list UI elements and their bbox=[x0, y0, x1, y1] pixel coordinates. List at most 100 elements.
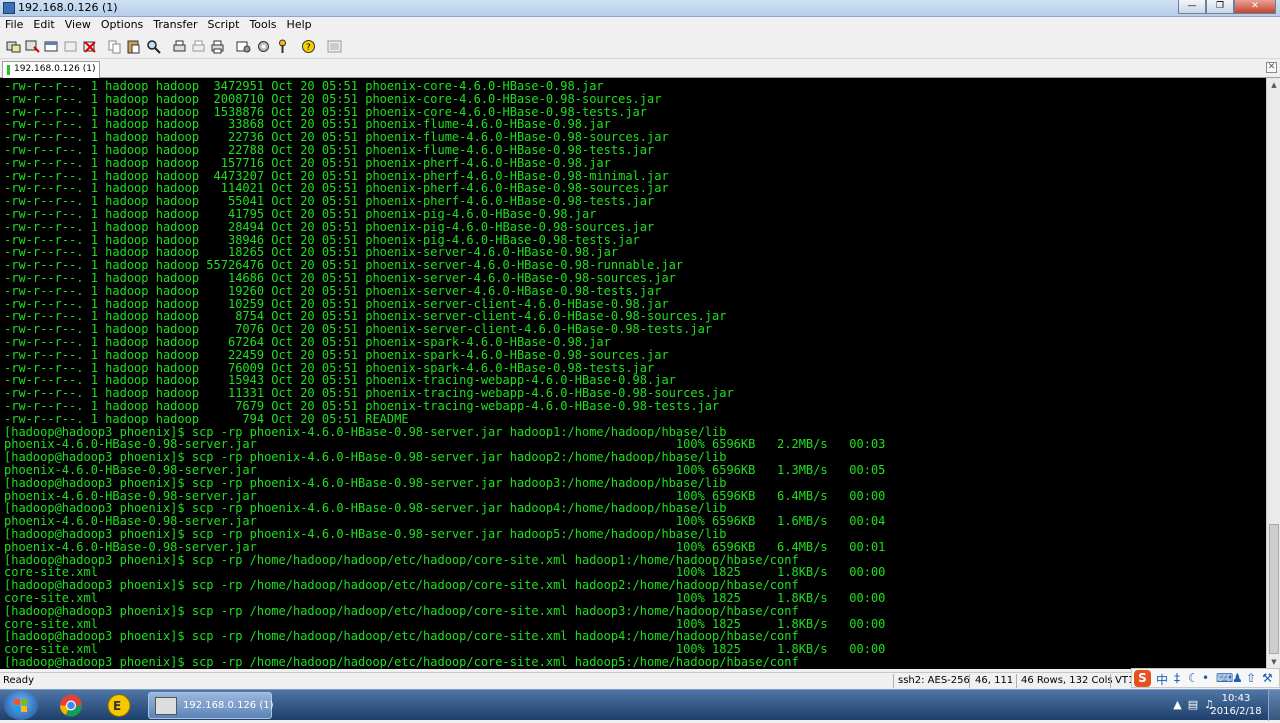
ime-punctuation-icon[interactable]: ‡ bbox=[1174, 671, 1180, 685]
paste-icon[interactable] bbox=[126, 39, 141, 54]
svg-text:?: ? bbox=[306, 43, 311, 53]
disconnect-icon[interactable] bbox=[82, 39, 97, 54]
tray-network-icon[interactable]: ▤ bbox=[1188, 698, 1198, 711]
print-setup-icon[interactable] bbox=[172, 39, 187, 54]
minimize-button[interactable]: — bbox=[1178, 0, 1206, 14]
quick-connect-icon[interactable] bbox=[25, 39, 40, 54]
window-title: 192.168.0.126 (1) bbox=[18, 1, 118, 14]
terminal-scrollbar[interactable]: ▲ ▼ bbox=[1266, 78, 1280, 669]
terminal-line: [hadoop@hadoop3 phoenix]$ scp -rp /home/… bbox=[4, 630, 799, 644]
menu-tools[interactable]: Tools bbox=[244, 17, 281, 31]
terminal-line: [hadoop@hadoop3 phoenix]$ scp -rp /home/… bbox=[4, 553, 799, 567]
terminal-line: [hadoop@hadoop3 phoenix]$ scp -rp phoeni… bbox=[4, 476, 727, 490]
ime-upload-icon[interactable]: ⇧ bbox=[1246, 671, 1256, 685]
copy-icon[interactable] bbox=[107, 39, 122, 54]
terminal-line: [hadoop@hadoop3 phoenix]$ scp -rp /home/… bbox=[4, 579, 799, 593]
ime-moon-icon[interactable]: ☾ bbox=[1188, 671, 1199, 685]
print-selection-icon[interactable] bbox=[191, 39, 206, 54]
terminal-line: core-site.xml 100% 1825 1.8KB/s 00:00 bbox=[4, 617, 886, 631]
ime-keyboard-icon[interactable]: ⌨ bbox=[1216, 671, 1233, 685]
terminal-line: -rw-r--r--. 1 hadoop hadoop 67264 Oct 20… bbox=[4, 336, 611, 349]
print-icon[interactable] bbox=[210, 39, 225, 54]
menu-file[interactable]: File bbox=[0, 17, 28, 31]
status-cipher: ssh2: AES-256 bbox=[898, 675, 970, 686]
terminal-line: -rw-r--r--. 1 hadoop hadoop 22788 Oct 20… bbox=[4, 144, 655, 157]
status-bar: Ready ssh2: AES-256 46, 111 46 Rows, 132… bbox=[0, 672, 1280, 689]
terminal-line: core-site.xml 100% 1825 1.8KB/s 00:00 bbox=[4, 643, 886, 657]
scrollbar-thumb[interactable] bbox=[1269, 524, 1279, 654]
close-tab-icon[interactable]: ✕ bbox=[1266, 62, 1277, 73]
terminal-line: -rw-r--r--. 1 hadoop hadoop 19260 Oct 20… bbox=[4, 284, 662, 298]
keymap-icon[interactable] bbox=[275, 39, 290, 54]
status-divider bbox=[969, 674, 970, 688]
keypad-icon[interactable] bbox=[327, 39, 342, 54]
menu-help[interactable]: Help bbox=[282, 17, 317, 31]
menu-transfer[interactable]: Transfer bbox=[148, 17, 202, 31]
terminal-line: [hadoop@hadoop3 phoenix]$ scp -rp phoeni… bbox=[4, 425, 727, 439]
terminal-line: -rw-r--r--. 1 hadoop hadoop 1538876 Oct … bbox=[4, 105, 647, 119]
terminal-screen[interactable]: -rw-r--r--. 1 hadoop hadoop 3472951 Oct … bbox=[0, 78, 1266, 669]
menu-view[interactable]: View bbox=[60, 17, 96, 31]
terminal-line: -rw-r--r--. 1 hadoop hadoop 10259 Oct 20… bbox=[4, 297, 669, 311]
ime-user-icon[interactable]: ♟ bbox=[1232, 671, 1243, 685]
svg-text:E: E bbox=[113, 699, 121, 713]
sogou-ime-icon[interactable]: S bbox=[1134, 670, 1151, 687]
show-desktop-button[interactable] bbox=[1268, 690, 1280, 721]
terminal-line: -rw-r--r--. 1 hadoop hadoop 15943 Oct 20… bbox=[4, 374, 676, 388]
maximize-button[interactable]: ❐ bbox=[1206, 0, 1234, 14]
menu-edit[interactable]: Edit bbox=[28, 17, 59, 31]
menu-options[interactable]: Options bbox=[96, 17, 148, 31]
system-clock[interactable]: 10:43 2016/2/18 bbox=[1208, 692, 1264, 718]
terminal-line: -rw-r--r--. 1 hadoop hadoop 157716 Oct 2… bbox=[4, 156, 611, 170]
terminal-line: [hadoop@hadoop3 phoenix]$ scp -rp phoeni… bbox=[4, 528, 727, 541]
start-button[interactable] bbox=[4, 691, 38, 720]
terminal-line: [hadoop@hadoop3 phoenix]$ scp -rp /home/… bbox=[4, 656, 799, 669]
connect-icon[interactable] bbox=[6, 39, 21, 54]
session-tab-strip: 192.168.0.126 (1) ✕ bbox=[0, 59, 1280, 78]
status-cursor-position: 46, 111 bbox=[975, 675, 1014, 686]
connect-tab-icon[interactable] bbox=[44, 39, 59, 54]
terminal-line: -rw-r--r--. 1 hadoop hadoop 55041 Oct 20… bbox=[4, 195, 655, 209]
menu-bar: File Edit View Options Transfer Script T… bbox=[0, 17, 1280, 34]
terminal-line: -rw-r--r--. 1 hadoop hadoop 794 Oct 20 0… bbox=[4, 412, 409, 426]
editplus-taskbar-icon[interactable]: E bbox=[100, 692, 138, 719]
session-tab[interactable]: 192.168.0.126 (1) bbox=[2, 61, 100, 78]
terminal-line: -rw-r--r--. 1 hadoop hadoop 18265 Oct 20… bbox=[4, 246, 619, 260]
windows-logo-icon bbox=[14, 699, 27, 712]
terminal-line: -rw-r--r--. 1 hadoop hadoop 14686 Oct 20… bbox=[4, 272, 676, 285]
find-icon[interactable] bbox=[146, 39, 161, 54]
terminal-line: -rw-r--r--. 1 hadoop hadoop 76009 Oct 20… bbox=[4, 361, 655, 375]
taskbar-window-securecrt[interactable]: 192.168.0.126 (1) bbox=[148, 692, 274, 719]
clock-time: 10:43 bbox=[1221, 693, 1251, 704]
close-button[interactable]: ✕ bbox=[1234, 0, 1276, 14]
ime-language-label[interactable]: 中 bbox=[1156, 671, 1168, 688]
terminal-line: phoenix-4.6.0-HBase-0.98-server.jar 100%… bbox=[4, 515, 886, 529]
menu-script[interactable]: Script bbox=[203, 17, 245, 31]
terminal-line: core-site.xml 100% 1825 1.8KB/s 00:00 bbox=[4, 592, 886, 605]
help-icon[interactable]: ? bbox=[301, 39, 316, 54]
securecrt-app-icon[interactable] bbox=[3, 2, 15, 14]
terminal-line: -rw-r--r--. 1 hadoop hadoop 55726476 Oct… bbox=[4, 259, 684, 273]
terminal-line: -rw-r--r--. 1 hadoop hadoop 114021 Oct 2… bbox=[4, 182, 669, 196]
terminal-line: -rw-r--r--. 1 hadoop hadoop 3472951 Oct … bbox=[4, 80, 604, 93]
terminal-line: phoenix-4.6.0-HBase-0.98-server.jar 100%… bbox=[4, 540, 886, 554]
chrome-taskbar-icon[interactable] bbox=[52, 692, 90, 719]
tray-expand-icon[interactable]: ▲ bbox=[1173, 698, 1181, 711]
terminal-line: [hadoop@hadoop3 phoenix]$ scp -rp phoeni… bbox=[4, 502, 727, 516]
ime-dot-icon[interactable]: • bbox=[1202, 671, 1209, 685]
status-divider bbox=[1110, 674, 1111, 688]
window-controls: — ❐ ✕ bbox=[1178, 0, 1276, 14]
terminal-line: -rw-r--r--. 1 hadoop hadoop 38946 Oct 20… bbox=[4, 233, 640, 247]
ime-tools-icon[interactable]: ⚒ bbox=[1262, 671, 1273, 685]
terminal-line: -rw-r--r--. 1 hadoop hadoop 8754 Oct 20 … bbox=[4, 310, 727, 324]
terminal-line: -rw-r--r--. 1 hadoop hadoop 22736 Oct 20… bbox=[4, 131, 669, 145]
reconnect-icon[interactable] bbox=[63, 39, 78, 54]
scroll-down-icon[interactable]: ▼ bbox=[1268, 656, 1280, 668]
scroll-up-icon[interactable]: ▲ bbox=[1268, 79, 1280, 91]
terminal-line: -rw-r--r--. 1 hadoop hadoop 41795 Oct 20… bbox=[4, 208, 597, 221]
clock-date: 2016/2/18 bbox=[1210, 706, 1262, 717]
session-options-icon[interactable] bbox=[236, 39, 251, 54]
terminal-line: [hadoop@hadoop3 phoenix]$ scp -rp phoeni… bbox=[4, 451, 727, 465]
status-ready: Ready bbox=[3, 675, 35, 686]
global-options-icon[interactable] bbox=[256, 39, 271, 54]
